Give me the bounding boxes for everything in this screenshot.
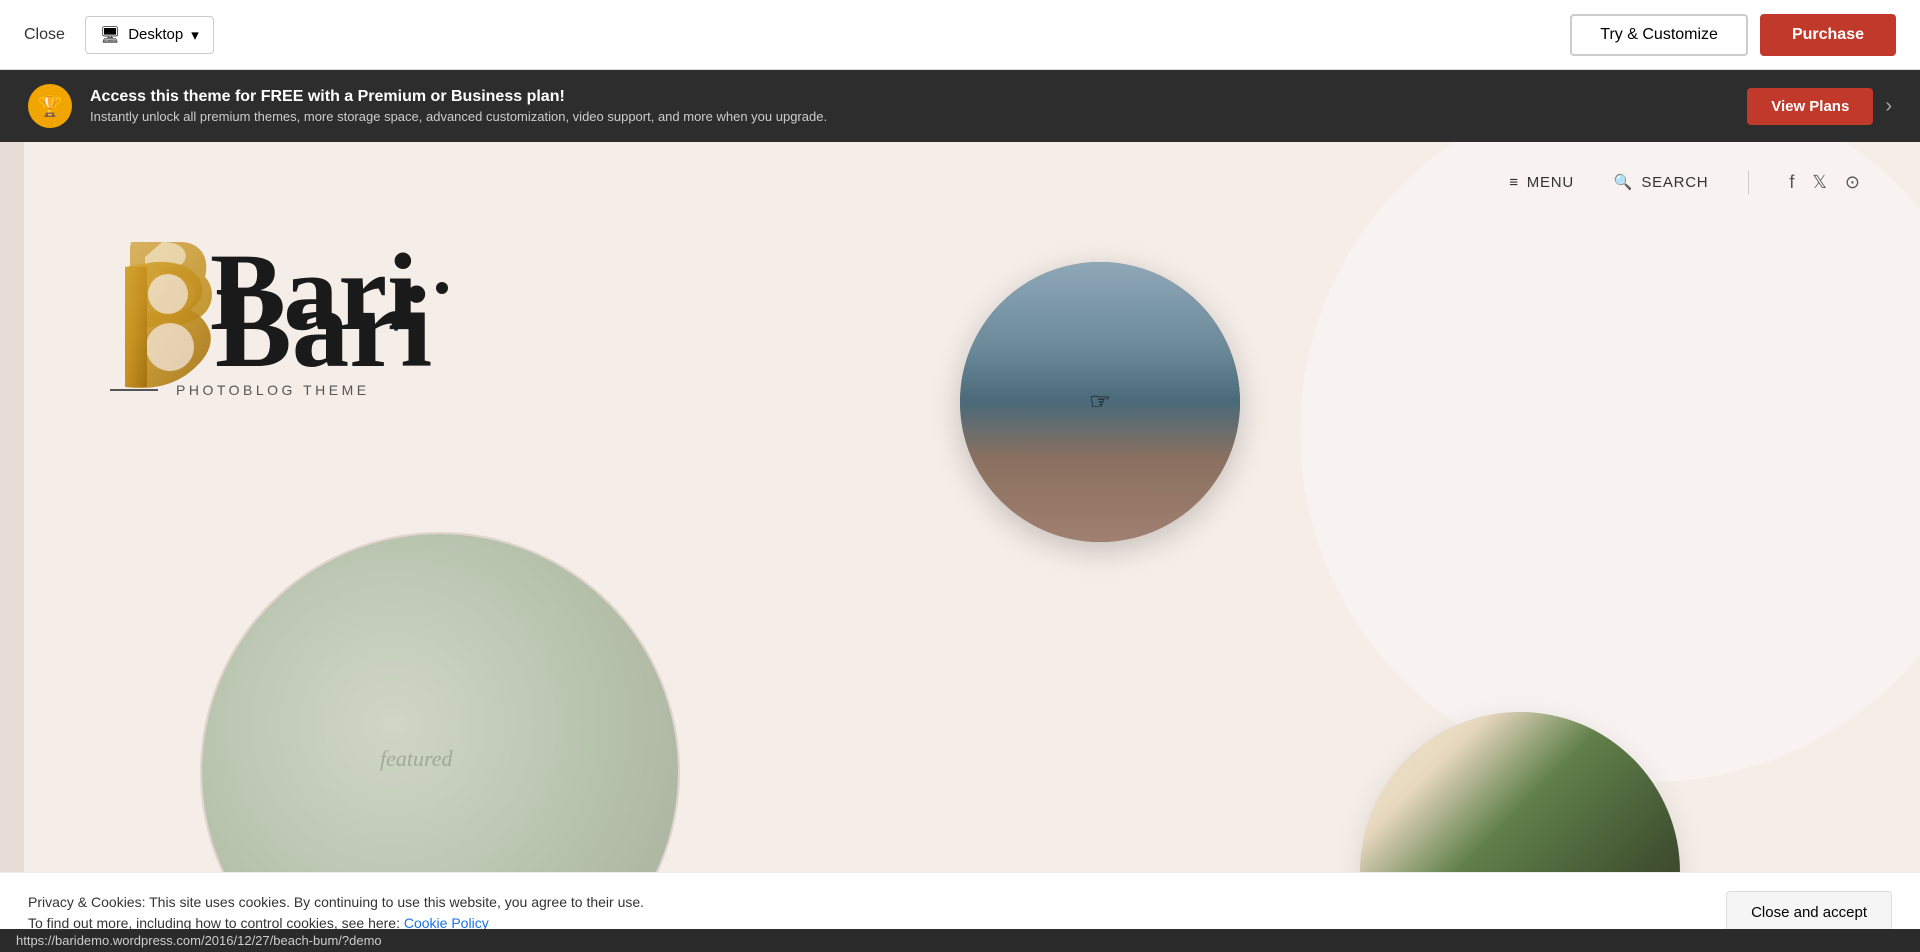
view-plans-button[interactable]: View Plans: [1747, 88, 1873, 125]
menu-label: MENU: [1527, 174, 1574, 191]
cursor-icon: ☞: [1089, 388, 1111, 417]
star-icon: ★: [963, 263, 979, 284]
close-button[interactable]: Close: [24, 26, 65, 44]
subtitle-line: [110, 389, 158, 391]
url-text: https://baridemo.wordpress.com/2016/12/2…: [16, 933, 382, 948]
search-label: SEARCH: [1641, 174, 1708, 191]
device-label: Desktop: [128, 26, 183, 43]
url-bar: https://baridemo.wordpress.com/2016/12/2…: [0, 929, 1920, 952]
left-strip: [0, 142, 24, 952]
search-nav[interactable]: 🔍 SEARCH: [1614, 173, 1708, 191]
search-icon: 🔍: [1614, 173, 1633, 191]
cookie-line1: Privacy & Cookies: This site uses cookie…: [28, 892, 644, 913]
device-selector[interactable]: 🖥 Desktop ▾: [85, 16, 214, 54]
cookie-text: Privacy & Cookies: This site uses cookie…: [28, 892, 644, 934]
chevron-right-icon: ›: [1885, 95, 1892, 118]
try-customize-button[interactable]: Try & Customize: [1570, 14, 1748, 56]
desktop-icon: 🖥: [100, 25, 120, 45]
preview-area: ≡ MENU 🔍 SEARCH f 𝕏 ⊙: [0, 142, 1920, 952]
title-dot: [436, 282, 448, 294]
promo-icon: 🏆: [28, 84, 72, 128]
promo-description: Instantly unlock all premium themes, mor…: [90, 109, 827, 124]
facebook-icon[interactable]: f: [1789, 172, 1794, 193]
close-accept-button[interactable]: Close and accept: [1726, 891, 1892, 934]
circle-image-main[interactable]: ☞ ★: [960, 262, 1240, 542]
logo-area: Bari Ba: [100, 222, 448, 398]
hamburger-icon: ≡: [1509, 174, 1519, 191]
top-bar: Close 🖥 Desktop ▾ Try & Customize Purcha…: [0, 0, 1920, 70]
bari-text: Bari: [215, 264, 432, 391]
bg-circle: [1300, 142, 1920, 782]
promo-title: Access this theme for FREE with a Premiu…: [90, 88, 827, 106]
chevron-down-icon: ▾: [191, 26, 199, 44]
purchase-button[interactable]: Purchase: [1760, 14, 1896, 56]
promo-text: Access this theme for FREE with a Premiu…: [90, 88, 827, 124]
menu-nav[interactable]: ≡ MENU: [1509, 174, 1574, 191]
github-icon[interactable]: ⊙: [1845, 172, 1860, 193]
social-icons: f 𝕏 ⊙: [1789, 172, 1860, 193]
twitter-icon[interactable]: 𝕏: [1812, 172, 1827, 193]
promo-banner: 🏆 Access this theme for FREE with a Prem…: [0, 70, 1920, 142]
nav-divider: [1748, 170, 1749, 194]
theme-nav: ≡ MENU 🔍 SEARCH f 𝕏 ⊙: [0, 142, 1920, 194]
